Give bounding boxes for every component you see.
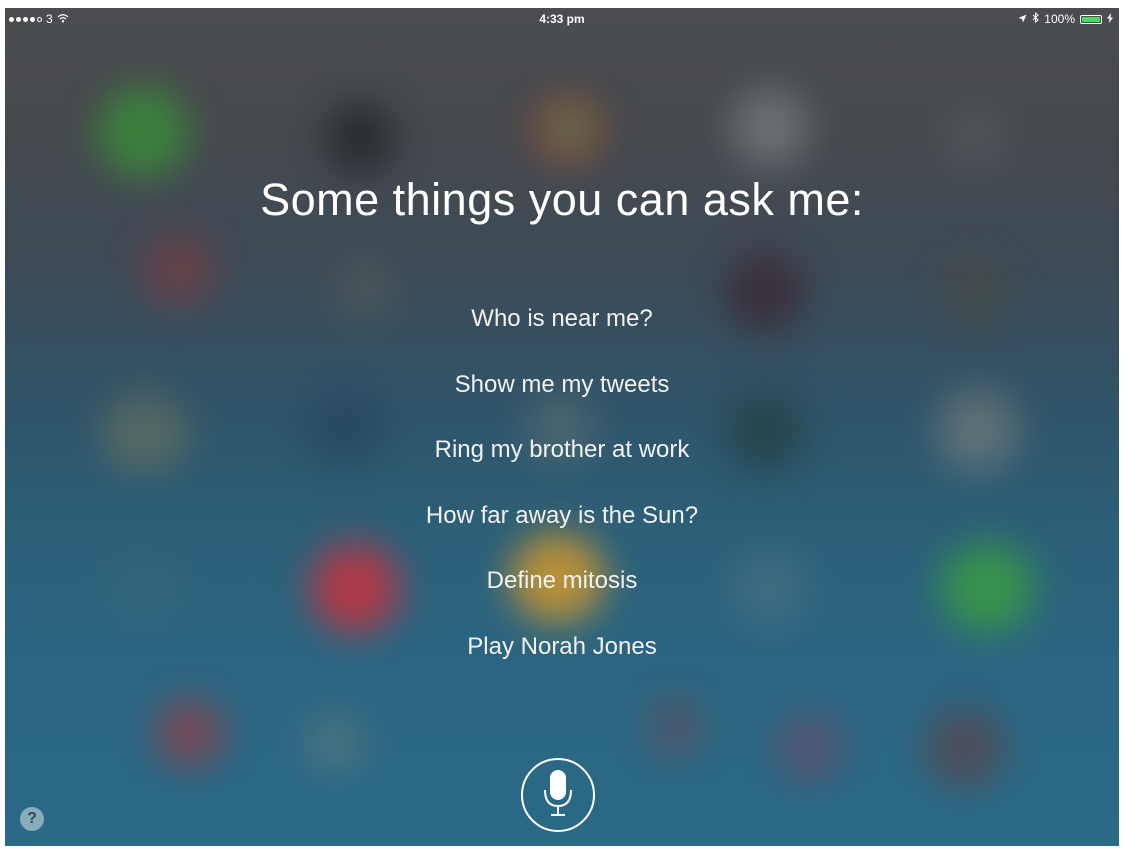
help-icon: ? — [27, 810, 37, 827]
bluetooth-icon — [1032, 11, 1040, 26]
suggestion-item: Ring my brother at work — [434, 436, 690, 463]
status-bar-right: 100% — [1018, 11, 1113, 26]
battery-icon — [1080, 14, 1102, 24]
microphone-icon — [541, 768, 575, 823]
status-bar: 3 4:33 pm 100% — [5, 8, 1119, 30]
siri-screen: 3 4:33 pm 100% Some things you can ask m… — [5, 8, 1119, 846]
battery-percent: 100% — [1044, 12, 1075, 26]
suggestion-list: Who is near me? Show me my tweets Ring m… — [5, 304, 1119, 697]
suggestion-item: Show me my tweets — [454, 370, 670, 398]
suggestion-item: How far away is the Sun? — [425, 501, 699, 529]
suggestion-item: Define mitosis — [486, 567, 638, 594]
status-time: 4:33 pm — [539, 12, 585, 26]
help-button[interactable]: ? — [20, 807, 44, 831]
suggestion-item: Who is near me? — [471, 305, 653, 332]
suggestion-item: Play Norah Jones — [467, 632, 657, 660]
microphone-button[interactable] — [521, 758, 595, 832]
charging-bolt-icon — [1107, 12, 1113, 26]
location-arrow-icon — [1018, 12, 1027, 26]
siri-heading: Some things you can ask me: — [260, 174, 864, 225]
